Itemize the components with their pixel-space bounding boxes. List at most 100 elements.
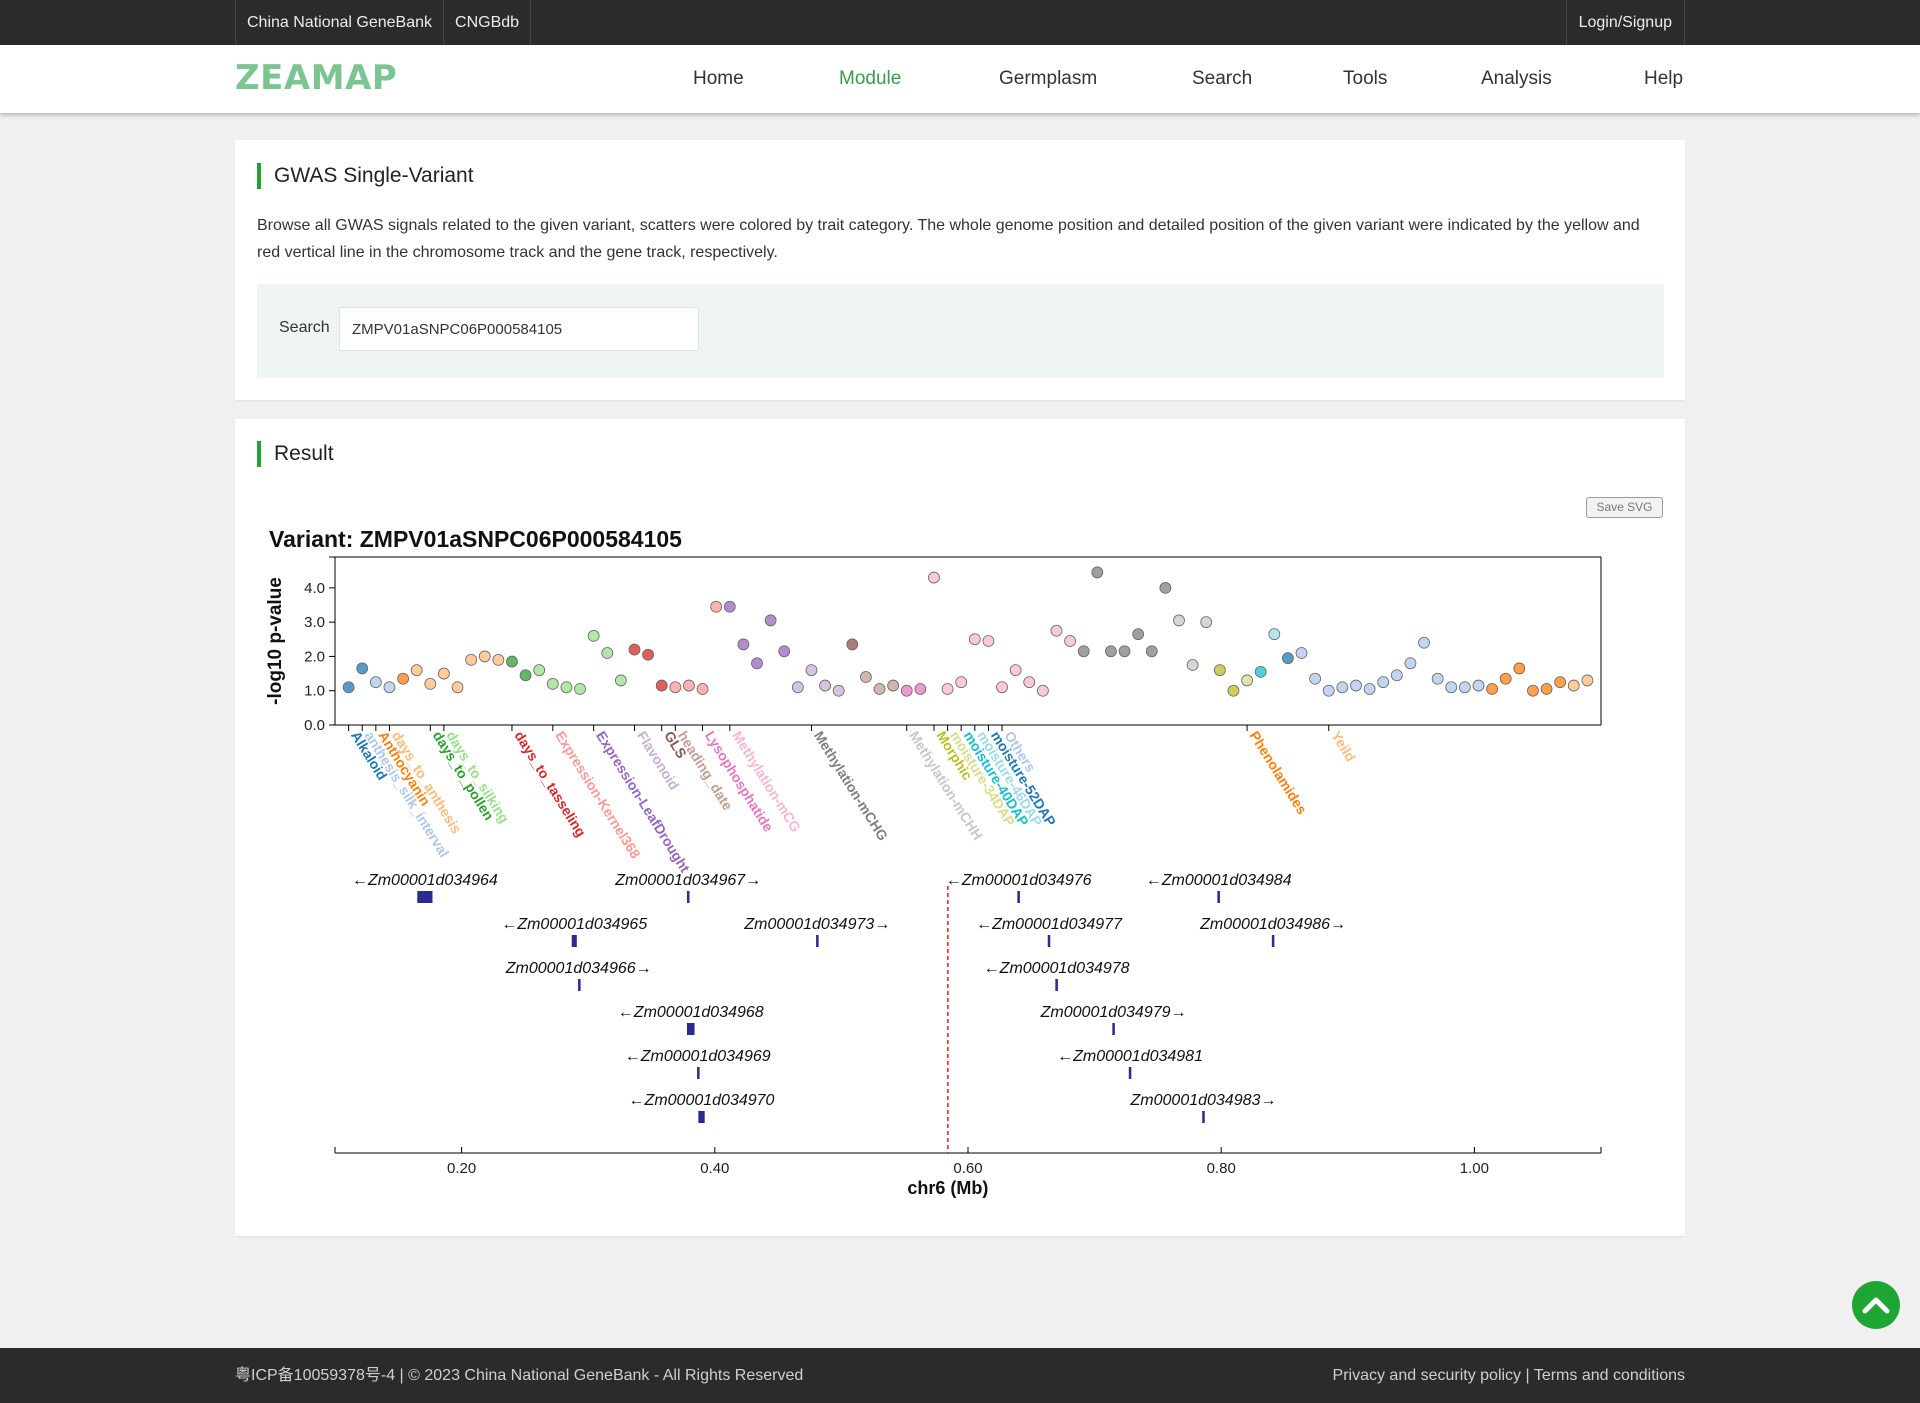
scatter-point	[1377, 676, 1390, 689]
scatter-point	[574, 683, 586, 695]
chart-title: Variant: ZMPV01aSNPC06P000584105	[269, 526, 682, 552]
scatter-point	[642, 648, 654, 661]
scatter-point	[1486, 683, 1498, 695]
scatter-point	[887, 679, 900, 692]
scatter-point	[669, 681, 682, 694]
nav-analysis[interactable]: Analysis	[1481, 45, 1552, 113]
gene-body	[697, 1067, 700, 1079]
scatter-point	[655, 679, 668, 692]
x-tick-label: 0.20	[447, 1160, 476, 1177]
scatter-point	[1513, 662, 1526, 675]
scatter-point	[996, 681, 1008, 694]
scatter-point	[778, 645, 791, 658]
nav-tools[interactable]: Tools	[1343, 45, 1387, 113]
scatter-point	[737, 638, 750, 651]
login-signup-link[interactable]: Login/Signup	[1565, 0, 1685, 45]
footer-separator: |	[1521, 1367, 1534, 1384]
scatter-point	[1132, 628, 1145, 641]
gene-body	[816, 935, 819, 947]
gene-body	[1217, 891, 1220, 903]
nav-search[interactable]: Search	[1192, 45, 1252, 113]
scatter-point	[982, 635, 995, 647]
nav-germplasm[interactable]: Germplasm	[999, 45, 1097, 113]
gene-label: ←Zm00001d034977	[976, 916, 1123, 933]
y-axis-label: -log10 p-value	[265, 577, 286, 705]
scatter-point	[1091, 566, 1104, 579]
cngb-link[interactable]: China National GeneBank	[235, 0, 443, 45]
terms-link[interactable]: Terms and conditions	[1534, 1367, 1685, 1384]
copyright-text: 粤ICP备10059378号-4 | © 2023 China National…	[235, 1367, 804, 1384]
privacy-link[interactable]: Privacy and security policy	[1333, 1367, 1522, 1384]
scatter-point	[356, 662, 369, 675]
nav-home[interactable]: Home	[693, 45, 744, 113]
scatter-point	[1227, 684, 1240, 697]
cngbdb-link[interactable]: CNGBdb	[443, 0, 532, 45]
scatter-point	[1050, 624, 1063, 637]
nav-help[interactable]: Help	[1644, 45, 1683, 113]
scatter-point	[791, 681, 804, 694]
scatter-point	[492, 653, 505, 666]
y-tick-label: 4.0	[304, 580, 325, 597]
scatter-point	[1295, 647, 1308, 659]
scatter-point	[1159, 581, 1172, 594]
scatter-point	[1581, 674, 1594, 687]
scatter-point	[546, 677, 559, 690]
site-footer: 粤ICP备10059378号-4 | © 2023 China National…	[0, 1348, 1920, 1403]
top-bar: China National GeneBank CNGBdb Login/Sig…	[0, 0, 1920, 45]
scatter-point	[1036, 684, 1049, 697]
scatter-point	[1268, 628, 1281, 641]
scatter-point	[710, 600, 723, 613]
scatter-point	[614, 674, 627, 687]
gene-label: ←Zm00001d034969	[625, 1048, 771, 1065]
scatter-point	[1309, 672, 1322, 685]
chevron-up-icon	[1862, 1297, 1890, 1314]
x-tick-label: 0.60	[953, 1160, 982, 1177]
gene-label: Zm00001d034983→	[1130, 1092, 1277, 1109]
footer-links: Privacy and security policy | Terms and …	[1333, 1348, 1685, 1403]
scatter-point	[846, 638, 859, 651]
scatter-point	[465, 653, 478, 666]
gene-body	[1202, 1111, 1205, 1123]
gene-label: ←Zm00001d034976	[946, 872, 1092, 889]
gene-body	[686, 1023, 695, 1035]
gene-body	[1047, 935, 1051, 947]
y-tick-label: 1.0	[304, 683, 325, 700]
scatter-point	[1418, 636, 1430, 649]
y-tick-label: 3.0	[304, 614, 325, 631]
category-label: Phenolamides	[1247, 728, 1311, 817]
scroll-top-button[interactable]	[1852, 1281, 1900, 1329]
scatter-point	[424, 677, 437, 690]
gene-label: Zm00001d034986→	[1199, 916, 1346, 933]
scatter-point	[1241, 674, 1253, 687]
scatter-point	[914, 683, 927, 695]
scatter-point	[587, 629, 600, 642]
scatter-point	[1472, 679, 1485, 692]
scatter-point	[900, 684, 913, 697]
scatter-point	[1023, 676, 1036, 689]
section-title-gwas: GWAS Single-Variant	[257, 163, 474, 189]
scatter-point	[1336, 681, 1349, 694]
scatter-point	[1431, 672, 1444, 685]
result-card: Result Save SVG Variant: ZMPV01aSNPC06P0…	[235, 419, 1685, 1236]
scatter-point	[1527, 684, 1539, 697]
gwas-plot: Variant: ZMPV01aSNPC06P000584105 0.0 1.0 2.…	[265, 526, 1602, 1198]
top-links: China National GeneBank CNGBdb	[235, 0, 532, 45]
gene-body	[1017, 891, 1020, 903]
scatter-point	[696, 683, 709, 695]
scatter-point	[478, 650, 491, 663]
scatter-point	[369, 676, 382, 689]
main-nav: Home Module Germplasm Search Tools Analy…	[0, 45, 1920, 113]
scatter-point	[438, 667, 450, 680]
gene-label: ←Zm00001d034968	[618, 1004, 764, 1021]
scatter-point	[1322, 684, 1335, 697]
x-axis-label: chr6 (Mb)	[907, 1178, 988, 1198]
variant-search-input[interactable]	[339, 307, 699, 351]
scatter-point	[533, 664, 546, 677]
login-area: Login/Signup	[1565, 0, 1685, 45]
scatter-point	[451, 681, 464, 694]
scatter-point	[601, 647, 614, 659]
nav-module[interactable]: Module	[839, 45, 901, 113]
scatter-point	[1390, 669, 1403, 682]
gene-label: Zm00001d034979→	[1040, 1004, 1187, 1021]
scatter-point	[1363, 683, 1376, 695]
